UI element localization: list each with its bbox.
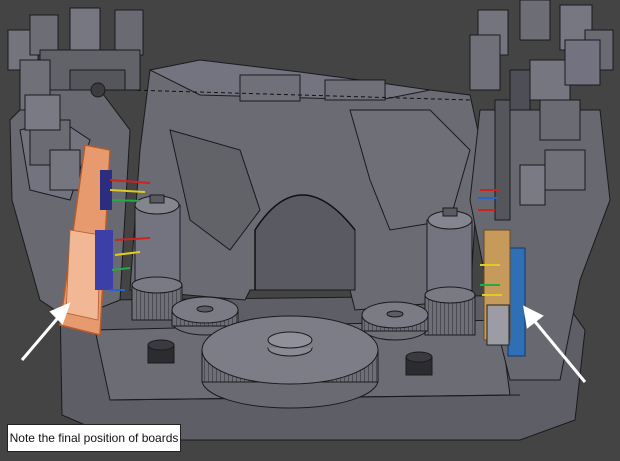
spacer-right bbox=[405, 351, 433, 376]
left-motor bbox=[131, 194, 183, 321]
3d-viewport[interactable]: Note the final position of boards bbox=[0, 0, 620, 461]
right-motor bbox=[424, 207, 476, 336]
spacer-left bbox=[147, 339, 175, 364]
small-gear-right bbox=[361, 301, 429, 341]
large-center-gear bbox=[201, 315, 379, 409]
caption-text: Note the final position of boards bbox=[9, 431, 179, 445]
scene-render bbox=[7, 0, 614, 441]
caption-box: Note the final position of boards bbox=[7, 424, 181, 452]
